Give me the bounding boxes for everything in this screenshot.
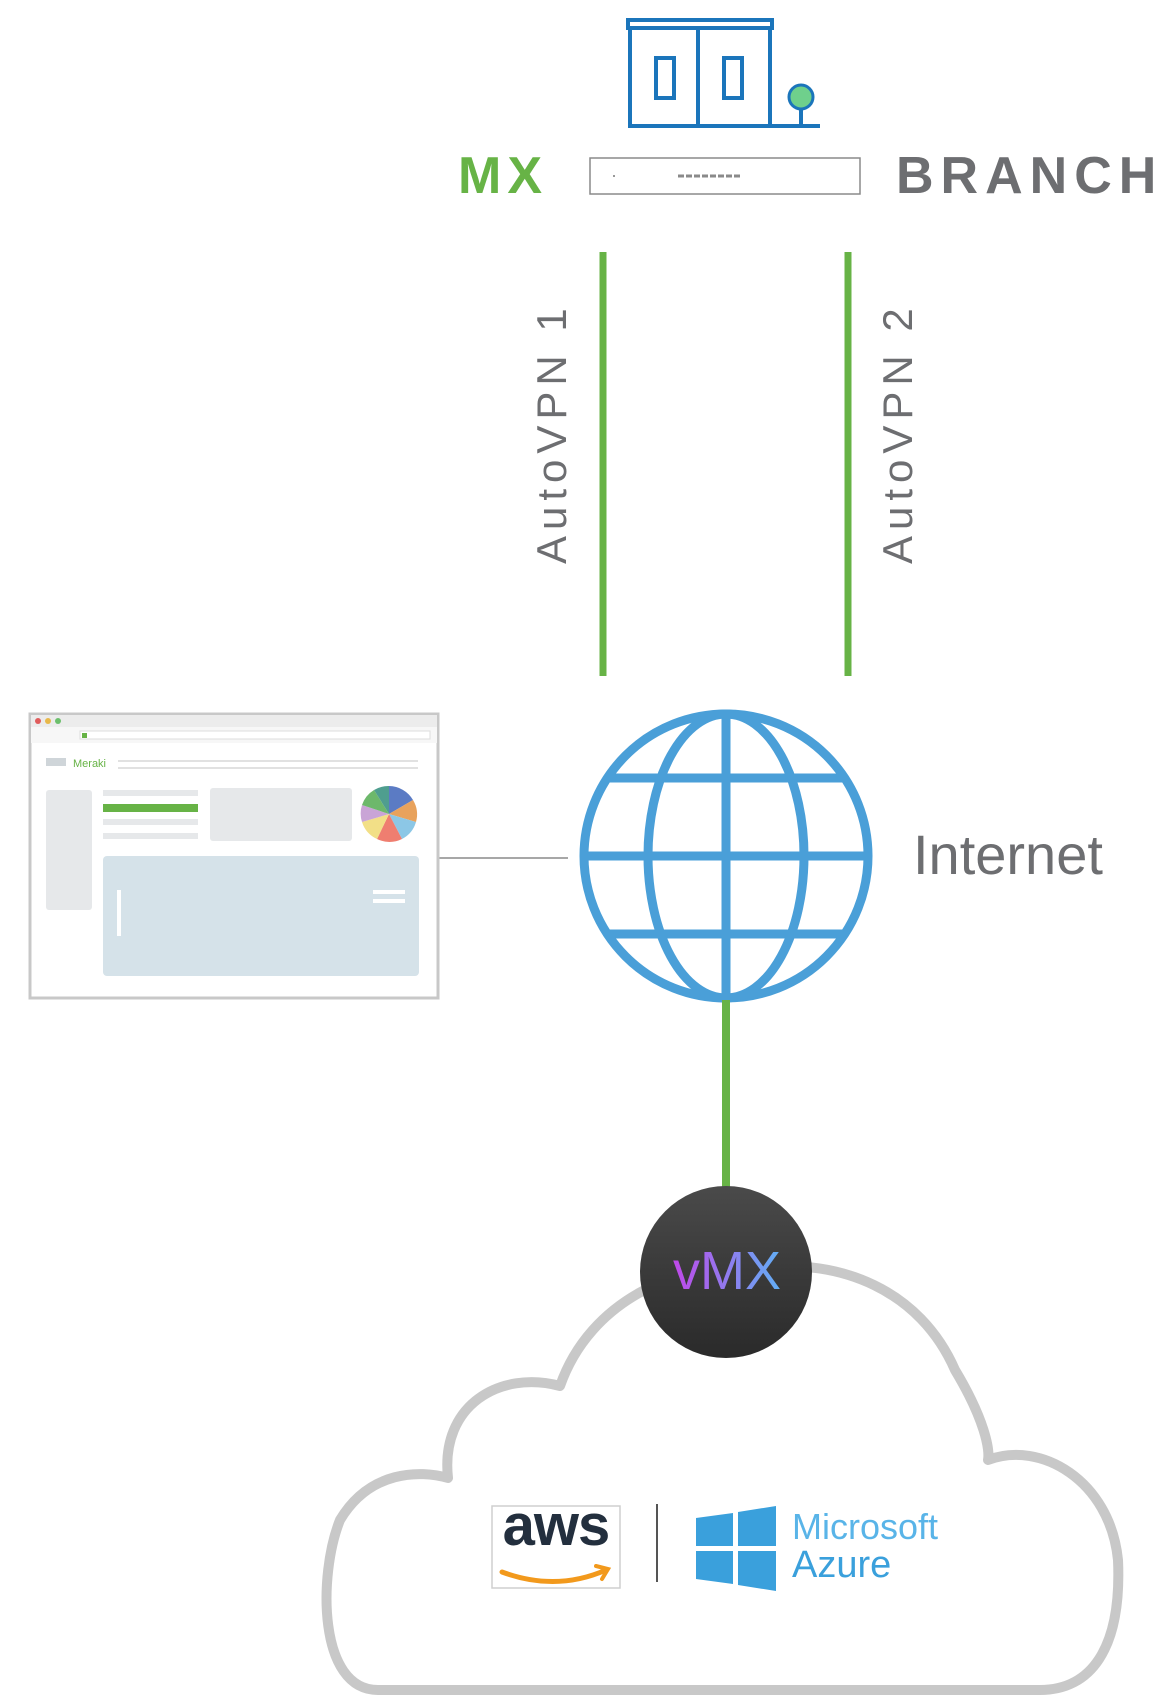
globe-icon xyxy=(579,709,873,1003)
meraki-dashboard-browser-icon xyxy=(28,712,440,1000)
azure-label-microsoft: Microsoft xyxy=(792,1506,939,1547)
internet-label: Internet xyxy=(913,823,1103,886)
meraki-brand-label: Meraki xyxy=(73,758,107,770)
dashboard-pie-chart xyxy=(360,785,418,842)
branch-building-icon xyxy=(626,18,820,128)
mx-label: MX xyxy=(458,147,548,205)
autovpn1-label: AutoVPN 1 xyxy=(528,302,575,564)
branch-label: BRANCH xyxy=(896,147,1158,205)
vmx-label: vMX xyxy=(652,1240,802,1302)
mx-appliance-icon xyxy=(589,157,861,195)
aws-label: aws xyxy=(502,1493,611,1558)
autovpn2-label: AutoVPN 2 xyxy=(874,302,921,564)
azure-label-azure: Azure xyxy=(792,1544,892,1586)
